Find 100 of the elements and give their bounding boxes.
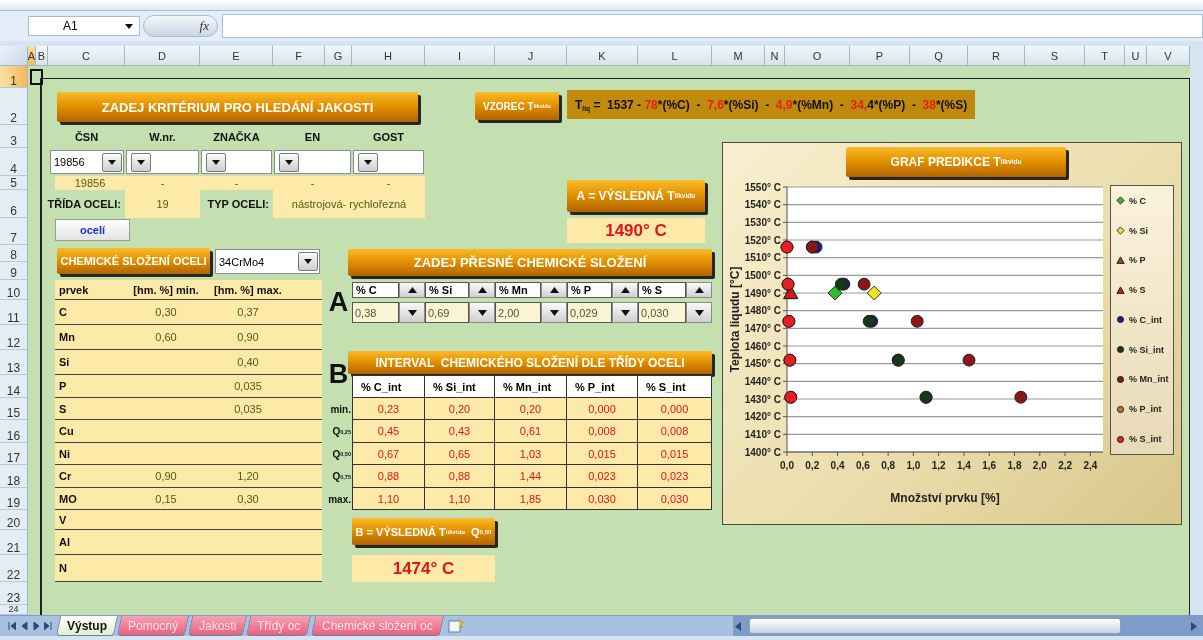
tick-label: 1450° C	[744, 358, 781, 370]
axis-title: Množství prvku [%]	[890, 491, 1000, 505]
field-label: % C	[352, 282, 399, 298]
tick-label: 1,8	[1007, 460, 1022, 471]
table-cell: 0,67	[352, 443, 425, 465]
table-cell-text: 0,90	[154, 470, 178, 482]
result-value: -	[273, 176, 352, 190]
table-cell: 0,000	[638, 398, 712, 420]
result-value: -	[352, 176, 425, 190]
result-value: 19856	[55, 176, 125, 190]
table-cell-text: Mn	[58, 331, 76, 343]
tick-label: 1,4	[957, 460, 971, 471]
table-cell-text: Si	[58, 356, 71, 368]
table-cell: 0,015	[567, 443, 638, 465]
table-cell: 0,030	[638, 488, 712, 510]
result-value: -	[200, 176, 273, 190]
table-cell: 1,10	[425, 488, 495, 510]
tick-label: 1520° C	[744, 234, 781, 246]
tick-label: 0,2	[805, 460, 820, 471]
table-cell: 0,43	[425, 420, 495, 443]
tick-label: 1,6	[982, 460, 997, 471]
table-cell: 0,000	[567, 398, 638, 420]
table-cell: 1,03	[495, 443, 567, 465]
table-cell: 0,88	[425, 465, 495, 488]
section-title: CHEMICKÉ SLOŽENÍ OCELI	[57, 248, 210, 274]
tick-label: 1550° C	[744, 181, 781, 193]
field-label: % P	[567, 282, 612, 298]
table-cell: 1,85	[495, 488, 567, 510]
tick-label: 1470° C	[744, 322, 781, 334]
table-cell-text: MO	[58, 492, 78, 505]
tick-label: 1540° C	[744, 199, 781, 211]
table-cell-text: C	[58, 306, 68, 318]
table-cell: 0,45	[352, 420, 425, 443]
field-label: % S	[638, 282, 686, 298]
tick-label: 1,0	[906, 460, 921, 471]
table-cell: 0,20	[495, 398, 567, 420]
legend-label: % P	[1129, 255, 1146, 266]
column-label: GOST	[371, 129, 406, 145]
table-cell-text: 0,035	[233, 402, 263, 415]
row-label: max.	[328, 492, 352, 507]
table-cell-text: N	[58, 562, 68, 574]
tick-label: 0,6	[855, 460, 870, 471]
tick-label: 1510° C	[744, 252, 781, 264]
column-header-cell: % C_int	[352, 375, 425, 398]
table-cell-text: 0,30	[236, 492, 260, 505]
table-cell: 0,65	[425, 443, 495, 465]
table-cell: 0,008	[567, 420, 638, 443]
tick-label: 1440° C	[744, 375, 781, 387]
tick-label: 1480° C	[744, 305, 781, 317]
tick-label: 2,0	[1032, 460, 1047, 471]
tick-label: 0,8	[881, 460, 896, 471]
column-label: EN	[303, 129, 322, 145]
column-header-cell-text: [hm. %] min.	[132, 283, 200, 296]
legend-label: % P_int	[1129, 404, 1162, 415]
result-temperature: 1490° C	[567, 218, 705, 243]
tick-label: 1460° C	[744, 340, 781, 352]
table-cell-text: Ni	[58, 447, 71, 460]
table-cell-text: Al	[58, 536, 71, 548]
table-cell-text: 0,15	[154, 492, 178, 505]
section-title: INTERVAL CHEMICKÉHO SLOŽENÍ DLE TŘÍDY OCELI	[348, 351, 712, 374]
table-cell-text: 0,37	[236, 306, 260, 318]
table-cell-text: 0,40	[236, 356, 260, 368]
result-value: -	[125, 176, 200, 190]
table-cell-text: 0,60	[154, 331, 178, 343]
table-cell-text: V	[58, 513, 68, 526]
column-header-cell: % P_int	[567, 375, 638, 398]
axis-title: Teplota liqudu [°C]	[728, 266, 742, 373]
tick-label: 1410° C	[744, 428, 781, 440]
table-cell-text: Cr	[58, 470, 73, 482]
section-title: ZADEJ KRITÉRIUM PRO HLEDÁNÍ JAKOSTI	[57, 92, 418, 122]
table-cell: 0,20	[425, 398, 495, 420]
table-cell: 0,023	[638, 465, 712, 488]
table-cell: 0,61	[495, 420, 567, 443]
column-header-cell: % Mn_int	[495, 375, 567, 398]
tick-label: 1420° C	[744, 411, 781, 423]
table-cell-text: 1,20	[236, 470, 260, 482]
tick-label: 0,4	[830, 460, 845, 471]
table-cell: 0,23	[352, 398, 425, 420]
legend-label: % C	[1129, 195, 1146, 206]
tick-label: 1430° C	[744, 393, 781, 405]
tick-label: 1490° C	[744, 287, 781, 299]
table-cell: 0,023	[567, 465, 638, 488]
legend-label: % Si	[1129, 225, 1148, 236]
table-cell: 0,88	[352, 465, 425, 488]
table-cell: 0,030	[567, 488, 638, 510]
column-header-cell-text: prvek	[58, 283, 90, 296]
section-title: ZADEJ PŘESNÉ CHEMICKÉ SLOŽENÍ	[348, 249, 712, 276]
legend-label: % C_int	[1129, 314, 1162, 325]
field-label: TŘÍDA OCELI:	[46, 197, 122, 212]
table-cell: 0,008	[638, 420, 712, 443]
column-label: ČSN	[73, 129, 100, 145]
result-value: 19	[125, 190, 200, 218]
column-header-cell-text: [hm. %] max.	[213, 283, 283, 296]
legend-label: % S_int	[1129, 434, 1162, 444]
section-marker: B	[327, 357, 350, 391]
field-label: % Si	[425, 282, 469, 298]
legend-label: % Mn_int	[1129, 374, 1169, 385]
tick-label: 1400° C	[744, 446, 781, 458]
tick-label: 1500° C	[744, 269, 781, 281]
table-cell: 0,015	[638, 443, 712, 465]
